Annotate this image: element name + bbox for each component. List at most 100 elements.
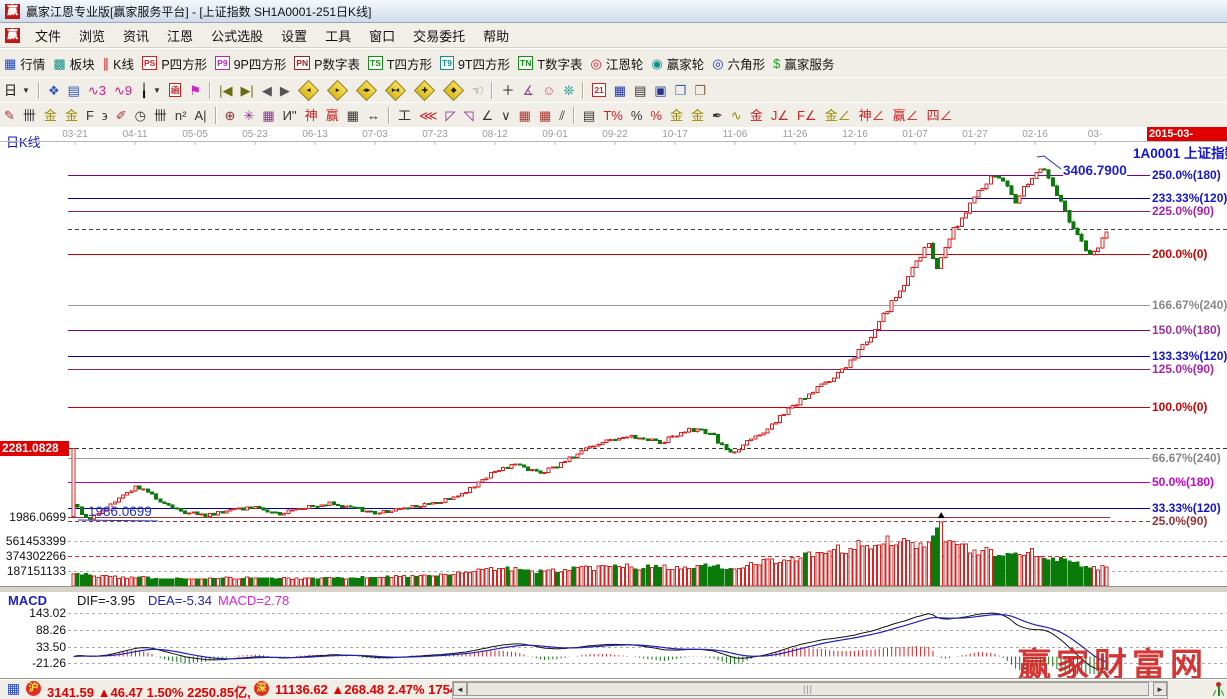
menu-item-5[interactable]: 设置 bbox=[272, 24, 316, 47]
scroll-right-arrow[interactable]: ► bbox=[1153, 682, 1167, 696]
clock-tool-icon[interactable]: ◷ bbox=[131, 107, 150, 124]
winner-service-button[interactable]: $赢家服务 bbox=[769, 53, 838, 74]
notepad-icon[interactable]: ▤ bbox=[630, 82, 650, 99]
gold-grid2-tool-icon[interactable]: 金 bbox=[61, 107, 82, 124]
f-angle-tool-icon[interactable]: F∠ bbox=[793, 107, 821, 124]
t-table-button[interactable]: TNT数字表 bbox=[514, 53, 586, 74]
zoom-right-diamond-icon[interactable]: ▸ bbox=[323, 80, 352, 101]
first-bar-icon[interactable]: |◀ bbox=[215, 82, 236, 99]
p-square-button[interactable]: PSP四方形 bbox=[138, 53, 211, 74]
f-grid-tool-icon[interactable]: F bbox=[82, 107, 98, 124]
scroll-left-arrow[interactable]: ◄ bbox=[453, 682, 467, 696]
shenzhen-market-icon[interactable]: 深 bbox=[254, 681, 269, 696]
report-icon[interactable]: ▤ bbox=[64, 82, 84, 99]
flag-icon[interactable]: ⚑ bbox=[185, 82, 205, 99]
quote-grid-icon[interactable]: ▦ bbox=[6, 681, 21, 696]
expand-diamond-icon[interactable]: ◂▸ bbox=[352, 80, 381, 101]
gold-wave-tool-icon[interactable]: ∿ bbox=[727, 107, 746, 124]
stats-face-icon[interactable]: ☺ bbox=[538, 82, 559, 99]
menu-item-7[interactable]: 窗口 bbox=[360, 24, 404, 47]
protractor-icon[interactable]: ∡ bbox=[518, 82, 538, 99]
last-bar-icon[interactable]: ▶| bbox=[236, 82, 257, 99]
gold-grid-tool-icon[interactable]: 金 bbox=[40, 107, 61, 124]
quotes-button[interactable]: ▦行情 bbox=[0, 53, 49, 74]
win-angle-tool-icon[interactable]: 赢∠ bbox=[889, 107, 923, 124]
four-angle-tool-icon[interactable]: 四∠ bbox=[923, 107, 957, 124]
zoom-left-diamond-icon[interactable]: ◂ bbox=[294, 80, 323, 101]
circle-cross-tool-icon[interactable]: ⊕ bbox=[221, 107, 240, 124]
hexagon-button[interactable]: ◎六角形 bbox=[708, 53, 769, 74]
t-square-button[interactable]: TST四方形 bbox=[364, 53, 436, 74]
crosshair-icon[interactable]: ＋ bbox=[497, 82, 518, 99]
t9-square-button[interactable]: T99T四方形 bbox=[436, 53, 514, 74]
macd-indicator-label[interactable]: MACD bbox=[8, 593, 47, 608]
menu-item-6[interactable]: 工具 bbox=[316, 24, 360, 47]
compress-diamond-icon[interactable]: ▸◂ bbox=[381, 80, 410, 101]
red-grid2-tool-icon[interactable]: ▦ bbox=[535, 107, 555, 124]
wave9-icon[interactable]: ∿9 bbox=[110, 82, 136, 99]
fan-lines-tool-icon[interactable]: ⋘ bbox=[415, 107, 442, 124]
wave3-icon[interactable]: ∿3 bbox=[84, 82, 110, 99]
chart-canvas[interactable]: 日K线 03-2104-1105-0505-2306-1307-0307-230… bbox=[0, 127, 1227, 678]
shanghai-index-quote[interactable]: 3141.59 ▲46.47 1.50% 2250.85亿, bbox=[47, 682, 251, 699]
angle-lines-tool-icon[interactable]: ∠ bbox=[477, 107, 497, 124]
shen-tool-icon[interactable]: 神 bbox=[301, 107, 322, 124]
fan-box2-tool-icon[interactable]: ◹ bbox=[459, 107, 477, 124]
menu-item-3[interactable]: 江恩 bbox=[158, 24, 202, 47]
shenzhen-index-quote[interactable]: 11136.62 ▲268.48 2.47% 1754.37 bbox=[275, 682, 475, 697]
calendar-icon[interactable]: 21 bbox=[588, 82, 609, 98]
menu-item-9[interactable]: 帮助 bbox=[474, 24, 518, 47]
span-tool-icon[interactable]: ↔ bbox=[363, 107, 384, 124]
web-sync-icon[interactable]: ❐ bbox=[671, 82, 691, 99]
red-grid-tool-icon[interactable]: ▦ bbox=[515, 107, 535, 124]
percent-tool-icon[interactable]: % bbox=[627, 107, 647, 124]
star-circle-tool-icon[interactable]: ✳ bbox=[239, 107, 258, 124]
winner-wheel-button[interactable]: ◉赢家轮 bbox=[647, 53, 708, 74]
ruler-tool-icon[interactable]: 卌 bbox=[150, 107, 171, 124]
shanghai-market-icon[interactable]: 沪 bbox=[26, 681, 41, 696]
ruler-list-tool-icon[interactable]: ▤ bbox=[579, 107, 599, 124]
grid123-tool-icon[interactable]: ▦ bbox=[343, 107, 363, 124]
percent-line-tool-icon[interactable]: T% bbox=[599, 107, 627, 124]
next-bar-icon[interactable]: ▶ bbox=[276, 82, 294, 99]
menu-item-2[interactable]: 资讯 bbox=[114, 24, 158, 47]
period-selector[interactable]: 日▼ bbox=[0, 82, 34, 99]
menu-item-4[interactable]: 公式选股 bbox=[202, 24, 272, 47]
p9-square-button[interactable]: P99P四方形 bbox=[211, 53, 290, 74]
n2-tool-icon[interactable]: n² bbox=[171, 107, 191, 124]
gold-line-tool-icon[interactable]: 金 bbox=[687, 107, 708, 124]
gann-wheel-button[interactable]: ◎江恩轮 bbox=[587, 53, 648, 74]
tsquare-tool-icon[interactable]: 工 bbox=[394, 107, 415, 124]
sectors-button[interactable]: ▩板块 bbox=[49, 53, 98, 74]
brush-tool-icon[interactable]: ✐ bbox=[112, 107, 131, 124]
full-diamond-icon[interactable]: ◆ bbox=[439, 80, 468, 101]
pen-tool-icon[interactable]: ✎ bbox=[0, 107, 19, 124]
fit-diamond-icon[interactable]: ✚ bbox=[410, 80, 439, 101]
gold-red-tool-icon[interactable]: 金 bbox=[746, 107, 767, 124]
menu-item-0[interactable]: 文件 bbox=[26, 24, 70, 47]
spiral-tool-icon[interactable]: ϶ bbox=[98, 107, 112, 124]
menu-item-1[interactable]: 浏览 bbox=[70, 24, 114, 47]
hand-icon[interactable]: ☜ bbox=[468, 82, 488, 99]
calculator-icon[interactable]: ▦ bbox=[610, 82, 630, 99]
save-icon[interactable]: ▣ bbox=[650, 82, 670, 99]
ink-pen-tool-icon[interactable]: ✒ bbox=[708, 107, 727, 124]
parallel-tool-icon[interactable]: ⫽ bbox=[555, 107, 569, 124]
j-angle-tool-icon[interactable]: J∠ bbox=[767, 107, 793, 124]
title-bar[interactable]: 赢 赢家江恩专业版[赢家服务平台] - [上证指数 SH1A0001-251日K… bbox=[0, 0, 1227, 23]
network-icon[interactable]: ❖ bbox=[44, 82, 64, 99]
prev-bar-icon[interactable]: ◀ bbox=[258, 82, 276, 99]
scrollbar-thumb[interactable]: ||| bbox=[467, 682, 1149, 696]
win-tool-icon[interactable]: 赢 bbox=[322, 107, 343, 124]
formula-icon[interactable]: 函 bbox=[165, 82, 186, 98]
menu-item-8[interactable]: 交易委托 bbox=[404, 24, 474, 47]
candle-type-selector[interactable]: ╽▼ bbox=[136, 82, 165, 99]
grid-circle-tool-icon[interactable]: ▦ bbox=[258, 107, 278, 124]
pattern-icon[interactable]: ❊ bbox=[559, 82, 578, 99]
percent-red-tool-icon[interactable]: % bbox=[646, 107, 666, 124]
workstation-icon[interactable]: ❒ bbox=[690, 82, 710, 99]
gold-angle-tool-icon[interactable]: 金∠ bbox=[821, 107, 855, 124]
p-table-button[interactable]: PNP数字表 bbox=[290, 53, 364, 74]
horizontal-scrollbar[interactable]: ◄ ||| ► bbox=[452, 681, 1168, 699]
shen-angle-tool-icon[interactable]: 神∠ bbox=[855, 107, 889, 124]
